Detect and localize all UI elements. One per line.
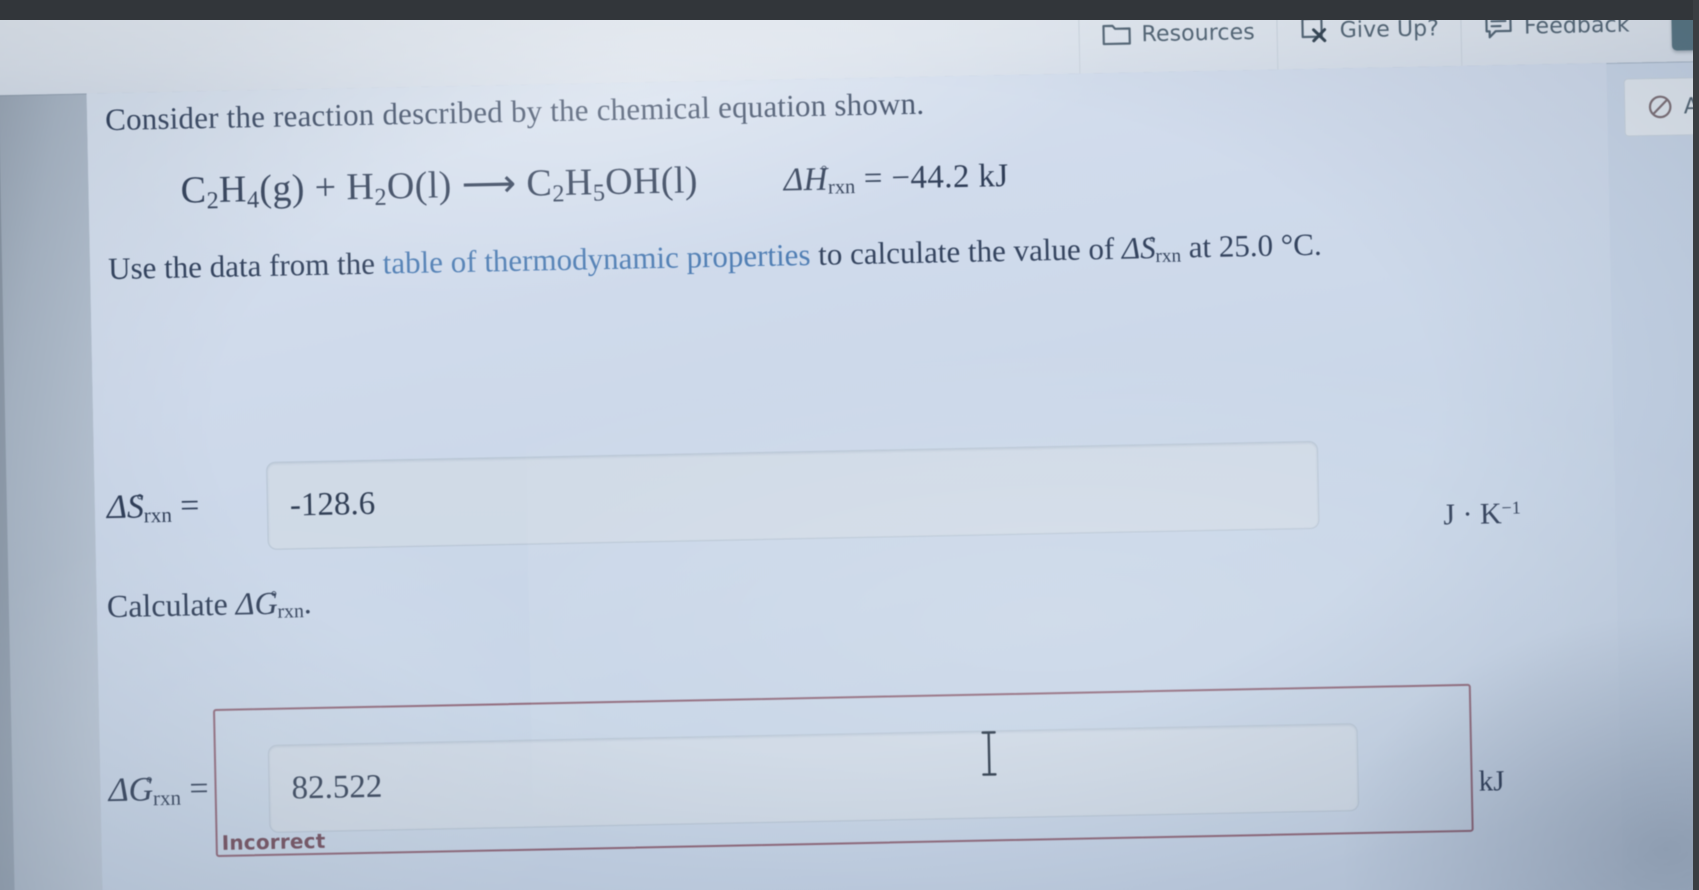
folder-icon bbox=[1101, 20, 1132, 47]
question-prompt-2: Use the data from the table of thermodyn… bbox=[107, 226, 1322, 287]
attempts-badge: Atte bbox=[1623, 76, 1699, 137]
entropy-unit-label: J · K−1 bbox=[1443, 497, 1521, 532]
calculate-instruction: Calculate ΔG°rxn. bbox=[106, 584, 313, 625]
resources-label: Resources bbox=[1141, 19, 1256, 47]
prompt2-before: Use the data from the bbox=[107, 245, 384, 287]
question-body: Consider the reaction described by the c… bbox=[105, 71, 1529, 292]
enthalpy-value: ΔH°rxn = −44.2 kJ bbox=[783, 157, 1009, 199]
no-entry-icon bbox=[1646, 94, 1673, 121]
monitor-bezel-right bbox=[1693, 0, 1699, 890]
equation-reactants-products: C2H4(g) + H2O(l) ⟶ C2H5OH(l) bbox=[180, 159, 699, 215]
prompt2-tail: at 25.0 °C. bbox=[1180, 226, 1322, 265]
screen-photo: 5 Resources bbox=[0, 0, 1699, 890]
entropy-label: ΔS°rxn = bbox=[106, 487, 200, 527]
gibbs-unit-label: kJ bbox=[1478, 765, 1505, 798]
thermodynamic-table-link[interactable]: table of thermodynamic properties bbox=[382, 237, 810, 281]
question-card: Consider the reaction described by the c… bbox=[86, 62, 1624, 890]
chemical-equation: C2H4(g) + H2O(l) ⟶ C2H5OH(l) ΔH°rxn = −4… bbox=[180, 140, 1527, 215]
gibbs-input-value: 82.522 bbox=[291, 768, 383, 806]
entropy-input-value: -128.6 bbox=[289, 485, 376, 523]
prompt2-after: to calculate the value of bbox=[810, 230, 1123, 273]
status-badge: Incorrect bbox=[221, 828, 326, 855]
gibbs-label: ΔG°rxn = bbox=[108, 770, 209, 810]
app-screen: 5 Resources bbox=[0, 0, 1699, 890]
monitor-bezel-top bbox=[0, 0, 1699, 20]
entropy-input[interactable]: -128.6 bbox=[266, 440, 1320, 550]
entropy-answer-row: ΔS°rxn = -128.6 bbox=[106, 437, 1507, 553]
